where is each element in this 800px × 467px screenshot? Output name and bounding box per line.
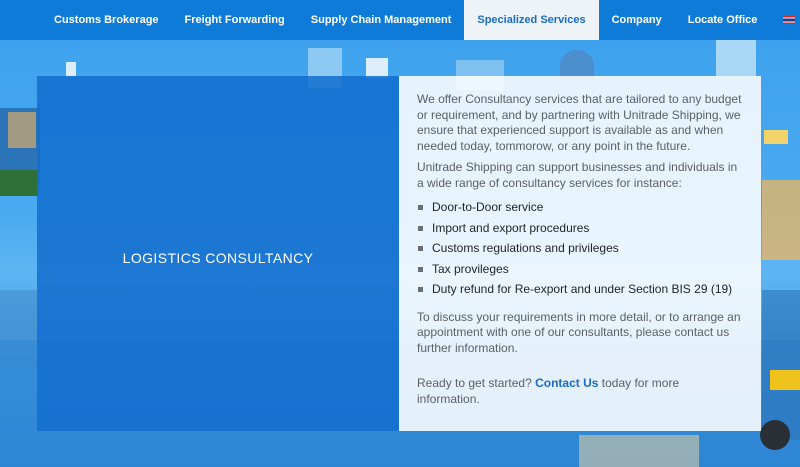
list-item: Customs regulations and privileges (417, 238, 743, 259)
list-item: Tax provileges (417, 259, 743, 280)
nav-customs-brokerage[interactable]: Customs Brokerage (0, 0, 172, 40)
list-item: Import and export procedures (417, 218, 743, 239)
cta-paragraph: Ready to get started? Contact Us today f… (417, 376, 743, 407)
nav-company[interactable]: Company (599, 0, 675, 40)
content-card: We offer Consultancy services that are t… (399, 76, 761, 431)
discuss-paragraph: To discuss your requirements in more det… (417, 309, 741, 355)
intro-paragraph: We offer Consultancy services that are t… (417, 92, 742, 153)
page-title: LOGISTICS CONSULTANCY (122, 249, 314, 266)
thailand-flag-icon (783, 16, 796, 24)
nav-specialized-services[interactable]: Specialized Services (464, 0, 599, 40)
services-list: Door-to-Door service Import and export p… (417, 197, 743, 300)
lead-paragraph: Unitrade Shipping can support businesses… (417, 160, 738, 190)
nav-supply-chain-management[interactable]: Supply Chain Management (298, 0, 465, 40)
nav-locate-office[interactable]: Locate Office (675, 0, 771, 40)
list-item: Door-to-Door service (417, 197, 743, 218)
list-item: Duty refund for Re-export and under Sect… (417, 279, 743, 300)
contact-us-link[interactable]: Contact Us (535, 376, 598, 390)
nav-freight-forwarding[interactable]: Freight Forwarding (172, 0, 298, 40)
language-switcher[interactable]: TH (770, 0, 800, 40)
cta-prefix: Ready to get started? (417, 376, 536, 390)
hero-title-card: LOGISTICS CONSULTANCY (37, 76, 399, 431)
main-nav: Customs Brokerage Freight Forwarding Sup… (0, 0, 800, 40)
